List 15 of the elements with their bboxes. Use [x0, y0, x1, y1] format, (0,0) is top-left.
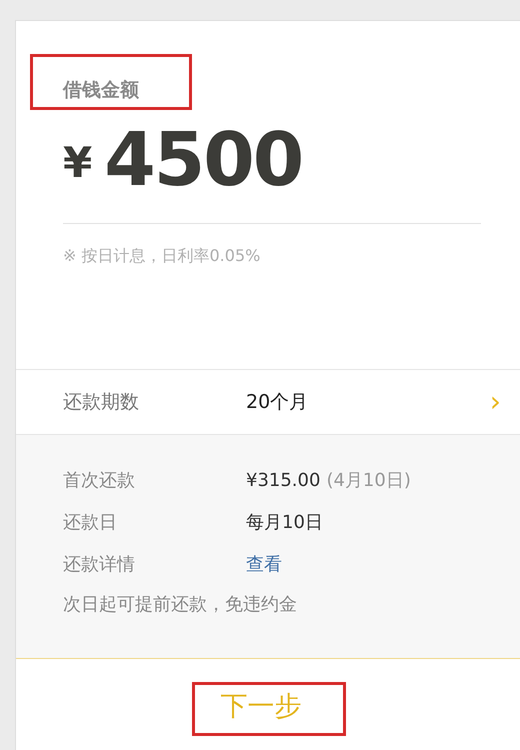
term-label: 还款期数 [63, 390, 140, 415]
term-value: 20个月 [246, 390, 310, 415]
detail-value: 每月10日 [246, 510, 323, 534]
detail-label: 还款日 [63, 510, 118, 534]
prepayment-note: 次日起可提前还款，免违约金 [63, 593, 298, 617]
detail-label: 还款详情 [63, 552, 136, 576]
detail-date: (4月10日) [326, 468, 411, 492]
view-link[interactable]: 查看 [246, 550, 282, 578]
amount-value: 4500 [104, 122, 302, 196]
chevron-icon: › [490, 381, 501, 423]
amount-label: 借钱金额 [63, 79, 139, 101]
detail-value: ¥315.00 [246, 468, 320, 492]
interest-note: ※ 按日计息，日利率0.05% [63, 244, 262, 266]
currency-symbol: ¥ [63, 136, 92, 188]
detail-label: 首次还款 [63, 468, 136, 492]
